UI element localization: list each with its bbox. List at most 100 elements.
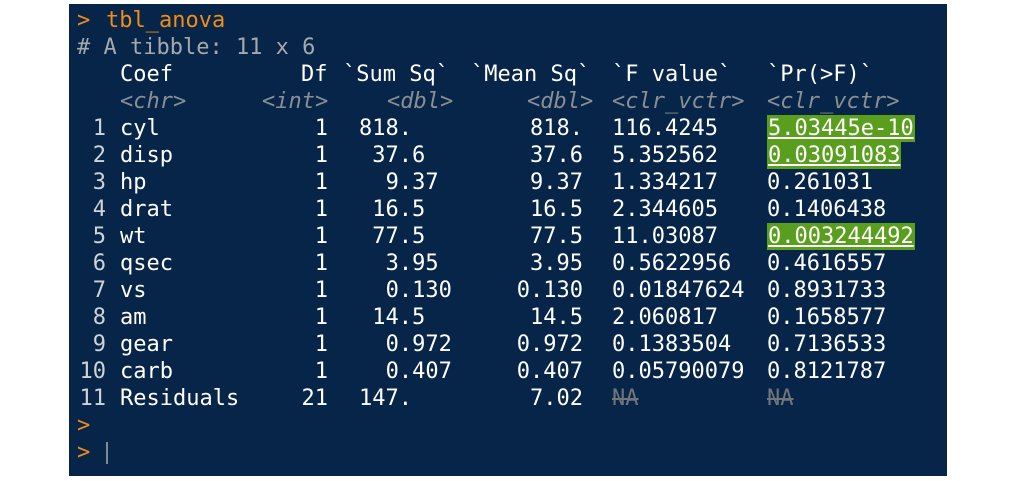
cell-sum-sq: 14.5 — [372, 305, 426, 330]
cell-sum-sq: 0.407 — [385, 359, 452, 384]
cell-sum-sq: 147. — [359, 386, 412, 411]
cell-f-value: 0.5622956 — [612, 251, 732, 276]
table-row: 3 hp 1 9.37 9.37 1.334217 0.261031 — [69, 169, 947, 196]
cell-p-value: 0.261031 — [767, 170, 873, 195]
column-type-sum-sq: <dbl> — [387, 89, 454, 114]
cell-mean-sq: 14.5 — [530, 305, 583, 330]
text-cursor — [106, 442, 108, 464]
table-row: 9 gear 1 0.972 0.972 0.1383504 0.7136533 — [69, 331, 947, 358]
column-type-df: <int> — [262, 89, 329, 114]
row-number: 3 — [92, 170, 106, 195]
table-row: 5 wt 1 77.5 77.5 11.03087 0.003244492 — [69, 223, 947, 250]
row-number: 8 — [92, 305, 106, 330]
cell-df: 1 — [314, 278, 328, 303]
column-type-row: <chr> <int> <dbl> <dbl> <clr_vctr> <clr_… — [69, 88, 899, 115]
cell-sum-sq: 0.130 — [385, 278, 452, 303]
cell-df: 1 — [314, 197, 328, 222]
cell-sum-sq: 9.37 — [385, 170, 439, 195]
cell-sum-sq: 77.5 — [372, 224, 426, 249]
cell-p-value: 0.003244492 — [767, 223, 915, 250]
row-number: 1 — [92, 116, 106, 141]
cell-p-value: 0.8121787 — [767, 359, 887, 384]
cell-f-value: 116.4245 — [612, 116, 718, 141]
prompt-line-empty: > — [69, 412, 122, 439]
cell-coef: disp — [120, 143, 173, 168]
column-name-sum-sq: `Sum Sq` — [343, 62, 449, 87]
cell-df: 1 — [314, 224, 328, 249]
cell-mean-sq: 818. — [530, 116, 583, 141]
cell-p-value: 0.4616557 — [767, 251, 887, 276]
cell-coef: hp — [120, 170, 147, 195]
row-number: 10 — [79, 359, 107, 384]
cell-p-value: NA — [767, 386, 794, 411]
table-row: 2 disp 1 37.6 37.6 5.352562 0.03091083 — [69, 142, 947, 169]
cell-sum-sq: 0.972 — [385, 332, 452, 357]
cell-coef: carb — [120, 359, 173, 384]
cell-mean-sq: 0.972 — [516, 332, 583, 357]
table-row: 10 carb 1 0.407 0.407 0.05790079 0.8121787 — [69, 358, 947, 385]
row-number: 7 — [92, 278, 106, 303]
tibble-header: # A tibble: 11 x 6 — [69, 34, 315, 61]
cell-coef: vs — [120, 278, 147, 303]
column-name-pr-f: `Pr(>F)` — [767, 62, 873, 87]
cell-df: 21 — [301, 386, 329, 411]
cell-p-value: 0.8931733 — [767, 278, 887, 303]
table-row: 4 drat 1 16.5 16.5 2.344605 0.1406438 — [69, 196, 947, 223]
row-number: 11 — [79, 386, 107, 411]
prompt-symbol: > — [77, 440, 91, 465]
row-number: 2 — [92, 143, 106, 168]
cell-df: 1 — [314, 143, 328, 168]
command-line: > tbl_anova — [69, 7, 225, 34]
cell-p-value: 0.7136533 — [767, 332, 887, 357]
cell-coef: Residuals — [120, 386, 240, 411]
cell-p-value: 0.03091083 — [767, 142, 902, 169]
column-name-coef: Coef — [120, 62, 173, 87]
row-number: 4 — [92, 197, 106, 222]
cell-f-value: 2.344605 — [612, 197, 718, 222]
table-row: 8 am 1 14.5 14.5 2.060817 0.1658577 — [69, 304, 947, 331]
row-number: 9 — [92, 332, 106, 357]
cell-mean-sq: 7.02 — [530, 386, 583, 411]
cell-f-value: 5.352562 — [612, 143, 718, 168]
cell-df: 1 — [314, 332, 328, 357]
column-type-mean-sq: <dbl> — [527, 89, 594, 114]
cell-mean-sq: 3.95 — [530, 251, 583, 276]
table-row: 6 qsec 1 3.95 3.95 0.5622956 0.4616557 — [69, 250, 947, 277]
column-type-f-value: <clr_vctr> — [612, 89, 745, 114]
row-number: 6 — [92, 251, 106, 276]
column-header-row: Coef Df `Sum Sq` `Mean Sq` `F value` `Pr… — [69, 61, 873, 88]
prompt-symbol: > — [77, 413, 91, 438]
column-name-df: Df — [301, 62, 328, 87]
cell-p-value: 0.1658577 — [767, 305, 887, 330]
cell-f-value: 11.03087 — [612, 224, 718, 249]
cell-f-value: 0.1383504 — [612, 332, 732, 357]
r-console[interactable]: > tbl_anova # A tibble: 11 x 6 Coef Df `… — [69, 4, 947, 476]
cell-f-value: 0.01847624 — [612, 278, 745, 303]
cell-coef: wt — [120, 224, 147, 249]
table-row: 1 cyl 1 818. 818. 116.4245 5.03445e-10 — [69, 115, 947, 142]
cell-df: 1 — [314, 305, 328, 330]
cell-coef: gear — [120, 332, 173, 357]
cell-df: 1 — [314, 251, 328, 276]
cell-sum-sq: 16.5 — [372, 197, 426, 222]
column-type-coef: <chr> — [120, 89, 187, 114]
prompt-line-active[interactable]: > — [69, 439, 122, 466]
cell-f-value: NA — [612, 386, 639, 411]
cell-f-value: 1.334217 — [612, 170, 718, 195]
column-name-mean-sq: `Mean Sq` — [471, 62, 591, 87]
cell-sum-sq: 3.95 — [385, 251, 439, 276]
cell-coef: drat — [120, 197, 173, 222]
cell-sum-sq: 818. — [359, 116, 412, 141]
column-name-f-value: `F value` — [612, 62, 732, 87]
table-row: 7 vs 1 0.130 0.130 0.01847624 0.8931733 — [69, 277, 947, 304]
table-row: 11 Residuals 21 147. 7.02 NA NA — [69, 385, 947, 412]
prompt-symbol: > — [77, 8, 91, 33]
cell-coef: cyl — [120, 116, 160, 141]
cell-mean-sq: 37.6 — [530, 143, 583, 168]
tibble-header-text: # A tibble: 11 x 6 — [77, 35, 316, 60]
cell-coef: qsec — [120, 251, 173, 276]
cell-mean-sq: 0.130 — [516, 278, 583, 303]
cell-p-value: 0.1406438 — [767, 197, 887, 222]
cell-mean-sq: 9.37 — [530, 170, 583, 195]
cell-mean-sq: 16.5 — [530, 197, 583, 222]
